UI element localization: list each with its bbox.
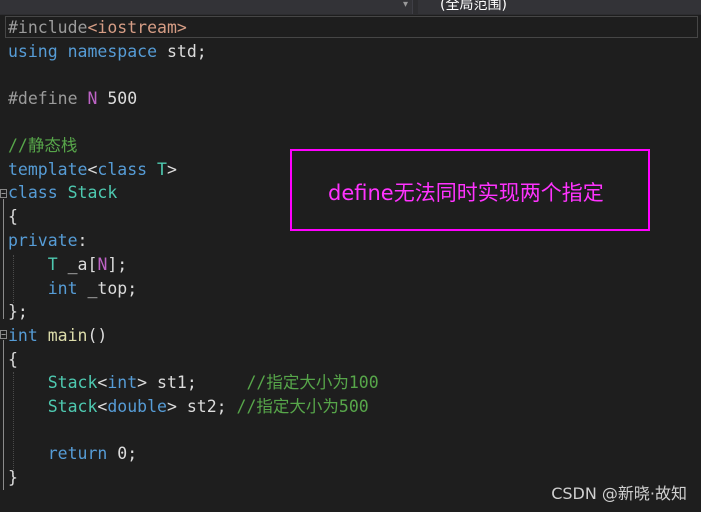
type-name: Stack xyxy=(47,397,98,416)
operator: () xyxy=(87,326,108,345)
code-line-11: T _a[N]; xyxy=(8,253,128,276)
code-line-19: return 0; xyxy=(8,442,137,465)
keyword: private xyxy=(8,231,78,250)
operator: < xyxy=(97,373,108,392)
code-line-20: } xyxy=(8,466,18,489)
operator: > xyxy=(166,160,177,179)
include-header: <iostream> xyxy=(87,18,187,37)
fold-region-line xyxy=(3,340,4,490)
identifier: _a[ xyxy=(57,255,98,274)
global-scope-dropdown[interactable]: (全局范围) xyxy=(418,0,701,14)
collapse-main-icon[interactable]: − xyxy=(0,330,7,339)
preprocessor-directive: #include xyxy=(8,18,88,37)
keyword: using xyxy=(8,42,58,61)
type-name: Stack xyxy=(47,373,98,392)
code-line-17: Stack<double> st2; //指定大小为500 xyxy=(8,395,369,418)
identifier: st1; xyxy=(147,373,247,392)
code-line-7: template<class T> xyxy=(8,158,177,181)
keyword: double xyxy=(107,397,167,416)
code-line-12: int _top; xyxy=(8,277,137,300)
code-line-10: private: xyxy=(8,229,87,252)
brace: { xyxy=(8,207,18,226)
keyword: template xyxy=(8,160,88,179)
comment: //静态栈 xyxy=(8,136,78,155)
preprocessor-directive: #define xyxy=(8,89,88,108)
keyword: int xyxy=(8,326,38,345)
editor-navigation-bar: ▾ (全局范围) xyxy=(0,0,701,15)
operator: ; xyxy=(127,444,138,463)
operator: > xyxy=(166,397,177,416)
collapse-class-icon[interactable]: − xyxy=(0,189,7,198)
annotation-box: define无法同时实现两个指定 xyxy=(290,149,650,231)
code-line-8: class Stack xyxy=(8,181,117,204)
brace: { xyxy=(8,350,18,369)
code-line-13: }; xyxy=(8,300,28,323)
code-editor[interactable]: − − #include<iostream> using namespace s… xyxy=(0,15,701,512)
scope-dropdown-label: (全局范围) xyxy=(440,0,507,13)
operator: < xyxy=(87,160,98,179)
keyword: int xyxy=(47,279,78,298)
brace: } xyxy=(8,468,18,487)
code-line-14: int main() xyxy=(8,324,107,347)
identifier: std; xyxy=(157,42,207,61)
operator: > xyxy=(137,373,148,392)
brace: }; xyxy=(8,302,28,321)
keyword: class xyxy=(97,160,148,179)
keyword: int xyxy=(107,373,138,392)
watermark: CSDN @新晓·故知 xyxy=(551,484,687,503)
comment: //指定大小为500 xyxy=(236,397,369,416)
number-literal: 500 xyxy=(97,89,138,108)
file-scope-dropdown[interactable]: ▾ xyxy=(0,0,413,14)
code-line-2: using namespace std; xyxy=(8,40,207,63)
code-line-9: { xyxy=(8,205,18,228)
macro-name: N xyxy=(87,89,98,108)
function-name: main xyxy=(37,326,88,345)
code-line-4: #define N 500 xyxy=(8,87,137,110)
fold-region-line xyxy=(3,199,4,319)
type-name: T xyxy=(147,160,167,179)
type-name: T xyxy=(47,255,58,274)
operator: ]; xyxy=(107,255,128,274)
comment: //指定大小为100 xyxy=(246,373,379,392)
operator: : xyxy=(77,231,88,250)
identifier: st2; xyxy=(176,397,237,416)
identifier: _top; xyxy=(77,279,138,298)
type-name: Stack xyxy=(57,183,118,202)
keyword: class xyxy=(8,183,58,202)
annotation-text: define无法同时实现两个指定 xyxy=(328,181,604,205)
code-line-15: { xyxy=(8,348,18,371)
code-line-6: //静态栈 xyxy=(8,134,77,157)
keyword: return xyxy=(47,444,108,463)
keyword: namespace xyxy=(67,42,158,61)
chevron-down-icon[interactable]: ▾ xyxy=(403,0,408,10)
code-line-16: Stack<int> st1; //指定大小为100 xyxy=(8,371,379,394)
code-line-1: #include<iostream> xyxy=(8,16,187,39)
number-literal: 0 xyxy=(107,444,128,463)
operator: < xyxy=(97,397,108,416)
macro-name: N xyxy=(97,255,108,274)
